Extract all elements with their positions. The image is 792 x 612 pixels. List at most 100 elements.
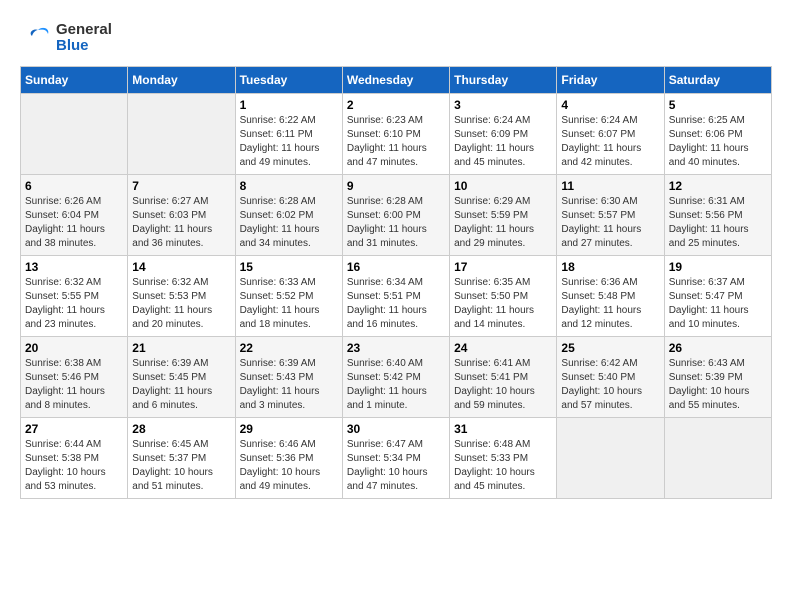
day-number: 16 [347,260,445,274]
day-info: Sunrise: 6:36 AM Sunset: 5:48 PM Dayligh… [561,276,659,332]
weekday-header-thursday: Thursday [450,67,557,94]
calendar-cell [128,94,235,175]
calendar-table: SundayMondayTuesdayWednesdayThursdayFrid… [20,66,772,499]
weekday-header-friday: Friday [557,67,664,94]
day-info: Sunrise: 6:25 AM Sunset: 6:06 PM Dayligh… [669,114,767,170]
day-info: Sunrise: 6:23 AM Sunset: 6:10 PM Dayligh… [347,114,445,170]
logo: General Blue [20,20,112,56]
day-info: Sunrise: 6:34 AM Sunset: 5:51 PM Dayligh… [347,276,445,332]
day-number: 28 [132,422,230,436]
calendar-cell: 22 Sunrise: 6:39 AM Sunset: 5:43 PM Dayli… [235,337,342,418]
day-number: 17 [454,260,552,274]
day-number: 14 [132,260,230,274]
calendar-cell: 27 Sunrise: 6:44 AM Sunset: 5:38 PM Dayli… [21,418,128,499]
day-number: 29 [240,422,338,436]
day-info: Sunrise: 6:41 AM Sunset: 5:41 PM Dayligh… [454,357,552,413]
day-number: 8 [240,179,338,193]
calendar-cell: 5 Sunrise: 6:25 AM Sunset: 6:06 PM Daylig… [664,94,771,175]
day-info: Sunrise: 6:42 AM Sunset: 5:40 PM Dayligh… [561,357,659,413]
page-header: General Blue [20,20,772,56]
calendar-cell: 21 Sunrise: 6:39 AM Sunset: 5:45 PM Dayli… [128,337,235,418]
calendar-cell: 14 Sunrise: 6:32 AM Sunset: 5:53 PM Dayli… [128,256,235,337]
day-number: 25 [561,341,659,355]
day-number: 12 [669,179,767,193]
day-number: 23 [347,341,445,355]
calendar-cell: 31 Sunrise: 6:48 AM Sunset: 5:33 PM Dayli… [450,418,557,499]
day-number: 15 [240,260,338,274]
day-info: Sunrise: 6:48 AM Sunset: 5:33 PM Dayligh… [454,438,552,494]
calendar-cell: 13 Sunrise: 6:32 AM Sunset: 5:55 PM Dayli… [21,256,128,337]
calendar-cell: 17 Sunrise: 6:35 AM Sunset: 5:50 PM Dayli… [450,256,557,337]
day-number: 1 [240,98,338,112]
calendar-cell: 11Sunrise: 6:30 AM Sunset: 5:57 PM Dayli… [557,175,664,256]
day-info: Sunrise: 6:39 AM Sunset: 5:43 PM Dayligh… [240,357,338,413]
day-info: Sunrise: 6:24 AM Sunset: 6:07 PM Dayligh… [561,114,659,170]
day-info: Sunrise: 6:45 AM Sunset: 5:37 PM Dayligh… [132,438,230,494]
day-info: Sunrise: 6:30 AM Sunset: 5:57 PM Dayligh… [561,195,659,251]
day-info: Sunrise: 6:38 AM Sunset: 5:46 PM Dayligh… [25,357,123,413]
day-number: 31 [454,422,552,436]
calendar-cell: 28 Sunrise: 6:45 AM Sunset: 5:37 PM Dayli… [128,418,235,499]
day-number: 2 [347,98,445,112]
calendar-cell: 18Sunrise: 6:36 AM Sunset: 5:48 PM Dayli… [557,256,664,337]
calendar-cell: 16 Sunrise: 6:34 AM Sunset: 5:51 PM Dayli… [342,256,449,337]
weekday-header-row: SundayMondayTuesdayWednesdayThursdayFrid… [21,67,772,94]
day-info: Sunrise: 6:33 AM Sunset: 5:52 PM Dayligh… [240,276,338,332]
calendar-cell: 3 Sunrise: 6:24 AM Sunset: 6:09 PM Daylig… [450,94,557,175]
day-number: 24 [454,341,552,355]
calendar-cell: 6 Sunrise: 6:26 AM Sunset: 6:04 PM Daylig… [21,175,128,256]
day-number: 4 [561,98,659,112]
calendar-cell: 24 Sunrise: 6:41 AM Sunset: 5:41 PM Dayli… [450,337,557,418]
day-number: 9 [347,179,445,193]
day-number: 21 [132,341,230,355]
day-number: 26 [669,341,767,355]
logo-general: General [56,22,112,39]
day-info: Sunrise: 6:35 AM Sunset: 5:50 PM Dayligh… [454,276,552,332]
calendar-cell: 1Sunrise: 6:22 AM Sunset: 6:11 PM Daylig… [235,94,342,175]
calendar-week-row: 1Sunrise: 6:22 AM Sunset: 6:11 PM Daylig… [21,94,772,175]
calendar-cell: 10 Sunrise: 6:29 AM Sunset: 5:59 PM Dayli… [450,175,557,256]
day-number: 19 [669,260,767,274]
calendar-cell: 7 Sunrise: 6:27 AM Sunset: 6:03 PM Daylig… [128,175,235,256]
day-number: 6 [25,179,123,193]
day-info: Sunrise: 6:28 AM Sunset: 6:00 PM Dayligh… [347,195,445,251]
day-info: Sunrise: 6:32 AM Sunset: 5:53 PM Dayligh… [132,276,230,332]
day-info: Sunrise: 6:37 AM Sunset: 5:47 PM Dayligh… [669,276,767,332]
day-info: Sunrise: 6:40 AM Sunset: 5:42 PM Dayligh… [347,357,445,413]
calendar-cell: 30Sunrise: 6:47 AM Sunset: 5:34 PM Dayli… [342,418,449,499]
day-number: 13 [25,260,123,274]
day-number: 22 [240,341,338,355]
day-number: 7 [132,179,230,193]
day-number: 3 [454,98,552,112]
weekday-header-monday: Monday [128,67,235,94]
logo-container: General Blue [20,20,112,56]
calendar-week-row: 6 Sunrise: 6:26 AM Sunset: 6:04 PM Daylig… [21,175,772,256]
day-number: 5 [669,98,767,112]
calendar-cell: 2 Sunrise: 6:23 AM Sunset: 6:10 PM Daylig… [342,94,449,175]
calendar-week-row: 27 Sunrise: 6:44 AM Sunset: 5:38 PM Dayli… [21,418,772,499]
calendar-cell: 26 Sunrise: 6:43 AM Sunset: 5:39 PM Dayli… [664,337,771,418]
day-number: 27 [25,422,123,436]
day-info: Sunrise: 6:43 AM Sunset: 5:39 PM Dayligh… [669,357,767,413]
day-info: Sunrise: 6:39 AM Sunset: 5:45 PM Dayligh… [132,357,230,413]
day-info: Sunrise: 6:26 AM Sunset: 6:04 PM Dayligh… [25,195,123,251]
calendar-week-row: 20Sunrise: 6:38 AM Sunset: 5:46 PM Dayli… [21,337,772,418]
day-info: Sunrise: 6:32 AM Sunset: 5:55 PM Dayligh… [25,276,123,332]
day-info: Sunrise: 6:29 AM Sunset: 5:59 PM Dayligh… [454,195,552,251]
calendar-cell [21,94,128,175]
calendar-week-row: 13 Sunrise: 6:32 AM Sunset: 5:55 PM Dayli… [21,256,772,337]
calendar-cell: 29Sunrise: 6:46 AM Sunset: 5:36 PM Dayli… [235,418,342,499]
day-number: 10 [454,179,552,193]
day-info: Sunrise: 6:44 AM Sunset: 5:38 PM Dayligh… [25,438,123,494]
day-info: Sunrise: 6:24 AM Sunset: 6:09 PM Dayligh… [454,114,552,170]
logo-bird-icon [20,20,56,56]
day-info: Sunrise: 6:27 AM Sunset: 6:03 PM Dayligh… [132,195,230,251]
calendar-cell [557,418,664,499]
logo-text: General Blue [56,22,112,55]
calendar-cell: 12Sunrise: 6:31 AM Sunset: 5:56 PM Dayli… [664,175,771,256]
calendar-cell: 4 Sunrise: 6:24 AM Sunset: 6:07 PM Daylig… [557,94,664,175]
weekday-header-wednesday: Wednesday [342,67,449,94]
calendar-cell [664,418,771,499]
calendar-cell: 23 Sunrise: 6:40 AM Sunset: 5:42 PM Dayli… [342,337,449,418]
calendar-cell: 25 Sunrise: 6:42 AM Sunset: 5:40 PM Dayli… [557,337,664,418]
